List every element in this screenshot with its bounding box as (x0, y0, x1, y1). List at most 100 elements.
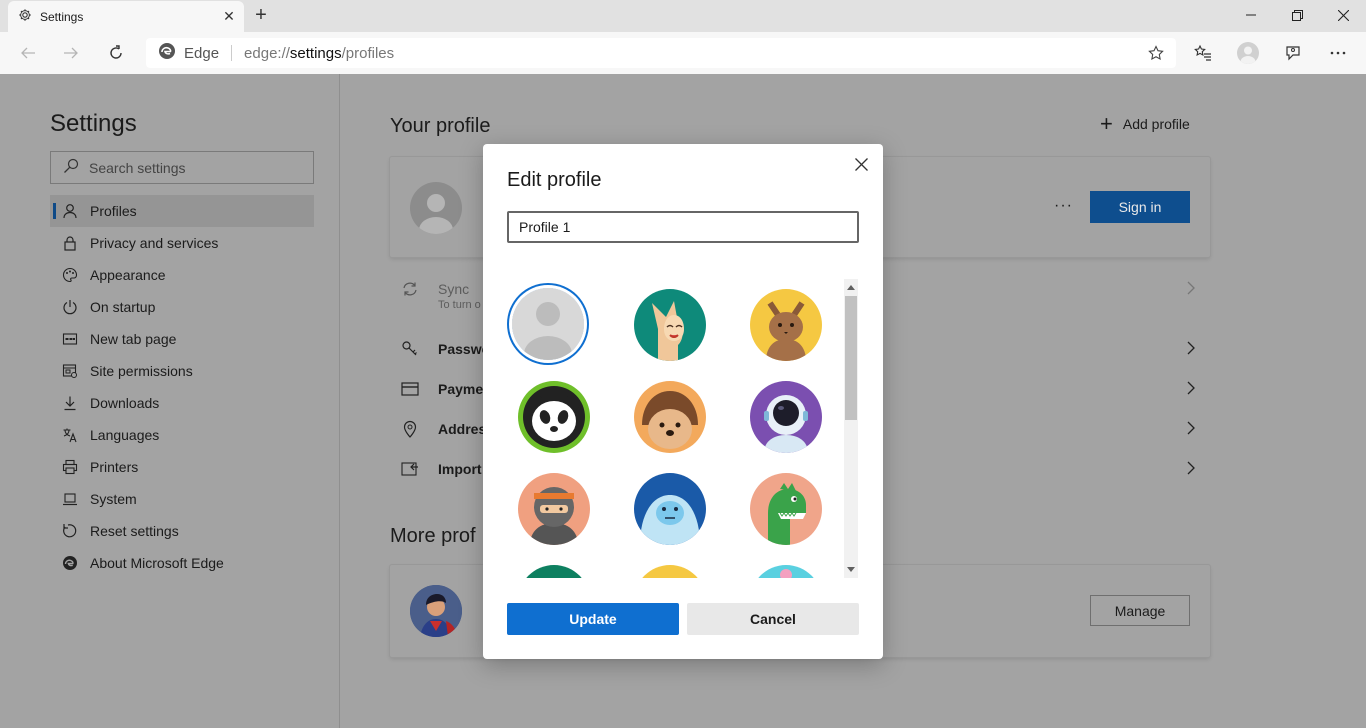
search-input[interactable]: Search settings (50, 151, 314, 184)
forward-button[interactable] (56, 38, 86, 68)
chevron-right-icon (1186, 341, 1196, 358)
sidebar-item-label: Reset settings (90, 523, 179, 539)
dinosaur-avatar[interactable] (750, 473, 822, 545)
chevron-right-icon (1186, 421, 1196, 438)
sidebar-item-system[interactable]: System (50, 483, 314, 515)
addresses-label: Addres (438, 421, 487, 437)
restore-button[interactable] (1274, 0, 1320, 30)
search-placeholder: Search settings (89, 159, 186, 176)
arrow-right-icon (64, 47, 78, 59)
back-button[interactable] (13, 38, 43, 68)
sidebar-item-label: Downloads (90, 395, 160, 411)
power-icon (62, 299, 78, 315)
scroll-down-arrow-icon[interactable] (847, 567, 855, 572)
sidebar-item-label: About Microsoft Edge (90, 555, 224, 571)
sidebar-nav: Profiles Privacy and services Appearance… (50, 195, 314, 579)
refresh-button[interactable] (101, 38, 131, 68)
sidebar-item-reset-settings[interactable]: Reset settings (50, 515, 314, 547)
feedback-button[interactable] (1278, 38, 1308, 68)
sidebar-item-label: Printers (90, 459, 139, 475)
sidebar-item-site-permissions[interactable]: Site permissions (50, 355, 314, 387)
avatar-scrollbar[interactable] (844, 279, 858, 578)
sun-avatar[interactable] (634, 565, 706, 578)
cat-avatar[interactable] (750, 289, 822, 361)
sidebar-item-languages[interactable]: Languages (50, 419, 314, 451)
address-bar[interactable]: Edge edge://settings/profiles (146, 38, 1176, 68)
key-icon (400, 340, 420, 358)
sidebar-item-downloads[interactable]: Downloads (50, 387, 314, 419)
arrow-left-icon (21, 47, 35, 59)
avatar-picker (507, 279, 843, 578)
your-profile-heading: Your profile (390, 115, 491, 137)
astronaut-avatar[interactable] (750, 381, 822, 453)
close-tab-icon[interactable]: ✕ (222, 9, 236, 23)
plus-icon: + (1100, 111, 1113, 136)
location-pin-icon (400, 420, 420, 438)
tab-strip: Settings ✕ + (0, 0, 1366, 32)
minimize-button[interactable] (1228, 0, 1274, 30)
gear-icon (18, 8, 32, 25)
update-button[interactable]: Update (507, 603, 679, 635)
ninja-avatar[interactable] (518, 473, 590, 545)
laptop-icon (62, 491, 78, 507)
sidebar-item-label: Site permissions (90, 363, 193, 379)
edge-logo-icon (158, 42, 176, 64)
panda-avatar[interactable] (518, 381, 590, 453)
import-icon (400, 461, 420, 477)
default-person-avatar[interactable] (512, 288, 584, 360)
url-path: /profiles (341, 44, 395, 62)
refresh-icon (110, 45, 122, 59)
manage-button[interactable]: Manage (1090, 595, 1190, 626)
tab-settings[interactable]: Settings ✕ (8, 1, 244, 32)
languages-icon (62, 427, 78, 443)
tab-title: Settings (40, 9, 84, 24)
favorites-button[interactable] (1188, 38, 1218, 68)
add-profile-label: Add profile (1122, 116, 1190, 132)
sidebar-item-privacy[interactable]: Privacy and services (50, 227, 314, 259)
sidebar-item-on-startup[interactable]: On startup (50, 291, 314, 323)
scroll-up-arrow-icon[interactable] (847, 285, 855, 290)
flower-avatar[interactable] (750, 565, 822, 578)
profile-name-input[interactable] (507, 211, 859, 243)
sidebar-item-about-edge[interactable]: About Microsoft Edge (50, 547, 314, 579)
sidebar-item-label: On startup (90, 299, 156, 315)
sync-sublabel: To turn o (438, 299, 481, 311)
sidebar-item-profiles[interactable]: Profiles (50, 195, 314, 227)
favorite-star-icon[interactable] (1148, 45, 1164, 65)
ellipsis-icon (1330, 51, 1346, 55)
sidebar-item-printers[interactable]: Printers (50, 451, 314, 483)
close-window-button[interactable] (1320, 0, 1366, 30)
feedback-icon (1286, 46, 1300, 61)
address-toolbar: Edge edge://settings/profiles (0, 32, 1366, 74)
reset-icon (62, 523, 78, 539)
leaf-avatar[interactable] (518, 565, 590, 578)
fox-avatar[interactable] (634, 289, 706, 361)
credit-card-icon (400, 382, 420, 396)
profile-more-button[interactable]: ··· (1054, 197, 1073, 215)
new-tab-button[interactable]: + (252, 5, 270, 25)
scrollbar-thumb[interactable] (845, 296, 857, 420)
add-profile-button[interactable]: + Add profile (1100, 111, 1190, 136)
sidebar-item-label: Profiles (90, 203, 137, 219)
avatar (1237, 42, 1259, 64)
cancel-button[interactable]: Cancel (687, 603, 859, 635)
sidebar-item-label: Languages (90, 427, 160, 443)
edge-logo-icon (62, 555, 78, 571)
close-icon[interactable] (851, 154, 871, 174)
download-icon (62, 395, 78, 411)
palette-icon (62, 267, 78, 283)
avatar (410, 182, 462, 234)
favorites-list-icon (1194, 44, 1211, 61)
sidebar-item-new-tab-page[interactable]: New tab page (50, 323, 314, 355)
more-menu-button[interactable] (1323, 38, 1353, 68)
sidebar-item-label: System (90, 491, 137, 507)
sidebar-title: Settings (50, 110, 137, 137)
sidebar-item-appearance[interactable]: Appearance (50, 259, 314, 291)
site-name: Edge (184, 44, 220, 62)
yeti-avatar[interactable] (634, 473, 706, 545)
profile-button[interactable] (1233, 38, 1263, 68)
sync-label: Sync (438, 281, 470, 297)
sign-in-button[interactable]: Sign in (1090, 191, 1190, 223)
divider (231, 45, 233, 61)
hedgehog-avatar[interactable] (634, 381, 706, 453)
